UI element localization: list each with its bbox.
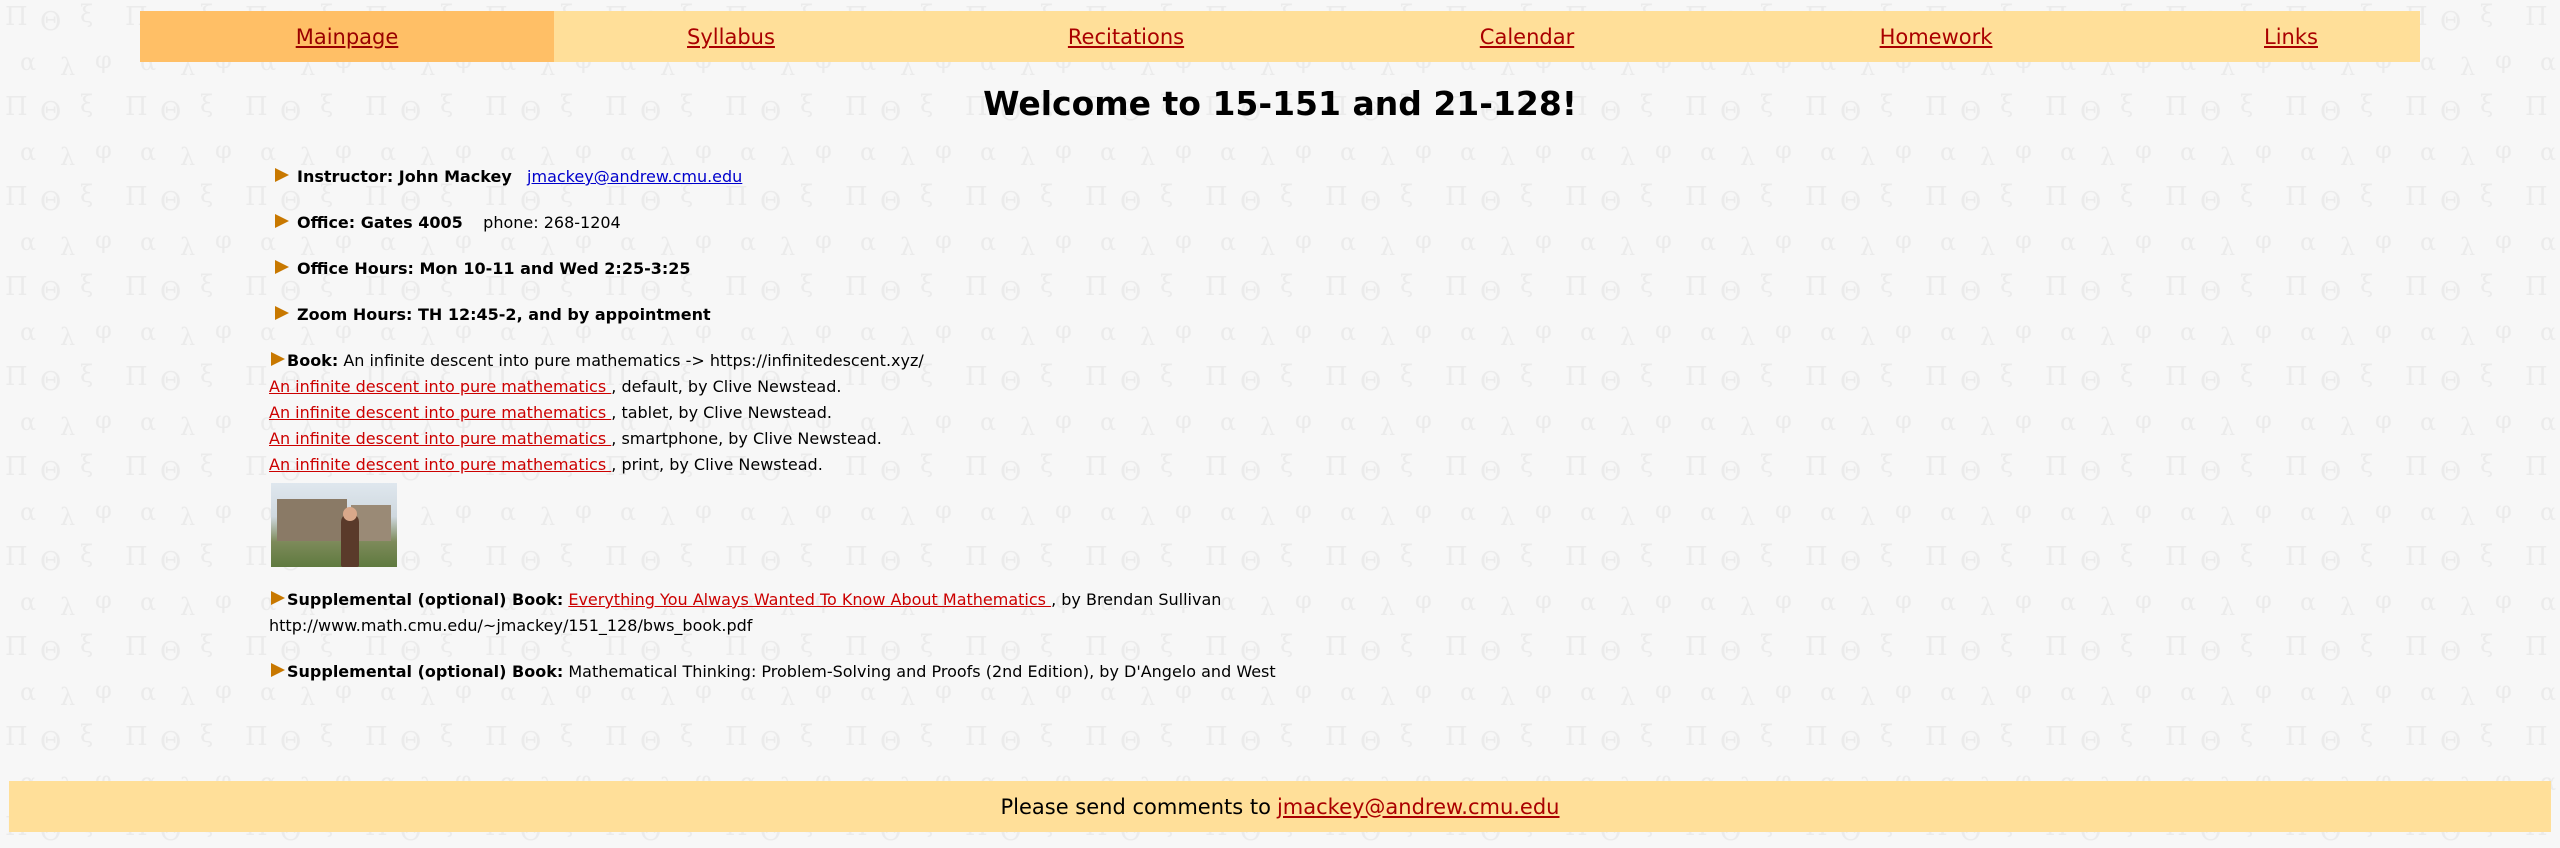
bullet-arrow-icon <box>271 662 285 677</box>
nav-link-mainpage[interactable]: Mainpage <box>296 25 399 49</box>
supplemental-book-1-row: Supplemental (optional) Book: Everything… <box>271 590 1221 609</box>
bullet-arrow-icon <box>275 213 289 228</box>
book-link-suffix: , tablet, by Clive Newstead. <box>611 403 832 422</box>
top-nav: Mainpage Syllabus Recitations Calendar H… <box>140 11 2420 62</box>
bullet-arrow-icon <box>271 590 285 605</box>
nav-link-links[interactable]: Links <box>2264 25 2318 49</box>
bullet-arrow-icon <box>271 351 285 366</box>
book-link-suffix: , smartphone, by Clive Newstead. <box>611 429 882 448</box>
book-text: An infinite descent into pure mathematic… <box>343 351 924 370</box>
bullet-arrow-icon <box>275 167 289 182</box>
zoom-hours-row: Zoom Hours: TH 12:45-2, and by appointme… <box>275 305 711 324</box>
supplemental-book-label: Supplemental (optional) Book: <box>287 662 564 681</box>
book-link-suffix: , default, by Clive Newstead. <box>611 377 842 396</box>
nav-item-syllabus[interactable]: Syllabus <box>554 11 908 62</box>
nav-item-recitations[interactable]: Recitations <box>908 11 1344 62</box>
supplemental-book-url: http://www.math.cmu.edu/~jmackey/151_128… <box>269 616 753 635</box>
instructor-email-link[interactable]: jmackey@andrew.cmu.edu <box>527 167 742 186</box>
office-row: Office: Gates 4005 phone: 268-1204 <box>275 213 621 232</box>
supplemental-book-author: , by Brendan Sullivan <box>1051 590 1222 609</box>
book-link-row: An infinite descent into pure mathematic… <box>269 429 882 448</box>
book-link-row: An infinite descent into pure mathematic… <box>269 455 823 474</box>
book-link-default[interactable]: An infinite descent into pure mathematic… <box>269 377 611 396</box>
nav-item-homework[interactable]: Homework <box>1710 11 2162 62</box>
page-title: Welcome to 15-151 and 21-128! <box>983 84 1577 123</box>
nav-link-recitations[interactable]: Recitations <box>1068 25 1184 49</box>
book-link-print[interactable]: An infinite descent into pure mathematic… <box>269 455 611 474</box>
book-row: Book: An infinite descent into pure math… <box>271 351 924 370</box>
book-link-smartphone[interactable]: An infinite descent into pure mathematic… <box>269 429 611 448</box>
book-link-suffix: , print, by Clive Newstead. <box>611 455 823 474</box>
nav-link-homework[interactable]: Homework <box>1880 25 1993 49</box>
instructor-label: Instructor: John Mackey <box>297 167 512 186</box>
office-hours: Office Hours: Mon 10-11 and Wed 2:25-3:2… <box>297 259 691 278</box>
nav-item-calendar[interactable]: Calendar <box>1344 11 1710 62</box>
zoom-hours: Zoom Hours: TH 12:45-2, and by appointme… <box>297 305 711 324</box>
bullet-arrow-icon <box>275 305 289 320</box>
book-link-tablet[interactable]: An infinite descent into pure mathematic… <box>269 403 611 422</box>
footer: Please send comments to jmackey@andrew.c… <box>9 781 2551 832</box>
supplemental-book-label: Supplemental (optional) Book: <box>287 590 564 609</box>
office-phone: phone: 268-1204 <box>483 213 621 232</box>
book-link-row: An infinite descent into pure mathematic… <box>269 403 832 422</box>
book-label: Book: <box>287 351 339 370</box>
supplemental-book-2-row: Supplemental (optional) Book: Mathematic… <box>271 662 1276 681</box>
footer-text: Please send comments to <box>1000 794 1271 819</box>
footer-email-link[interactable]: jmackey@andrew.cmu.edu <box>1277 795 1560 819</box>
book-cover-photo <box>271 483 397 567</box>
instructor-row: Instructor: John Mackey jmackey@andrew.c… <box>275 167 742 186</box>
bullet-arrow-icon <box>275 259 289 274</box>
supplemental-book-link[interactable]: Everything You Always Wanted To Know Abo… <box>568 590 1051 609</box>
nav-link-calendar[interactable]: Calendar <box>1480 25 1574 49</box>
office-hours-row: Office Hours: Mon 10-11 and Wed 2:25-3:2… <box>275 259 691 278</box>
office-label: Office: Gates 4005 <box>297 213 463 232</box>
nav-item-links[interactable]: Links <box>2162 11 2420 62</box>
book-link-row: An infinite descent into pure mathematic… <box>269 377 841 396</box>
nav-item-mainpage[interactable]: Mainpage <box>140 11 554 62</box>
nav-link-syllabus[interactable]: Syllabus <box>687 25 775 49</box>
supplemental-book-2-text: Mathematical Thinking: Problem-Solving a… <box>568 662 1276 681</box>
